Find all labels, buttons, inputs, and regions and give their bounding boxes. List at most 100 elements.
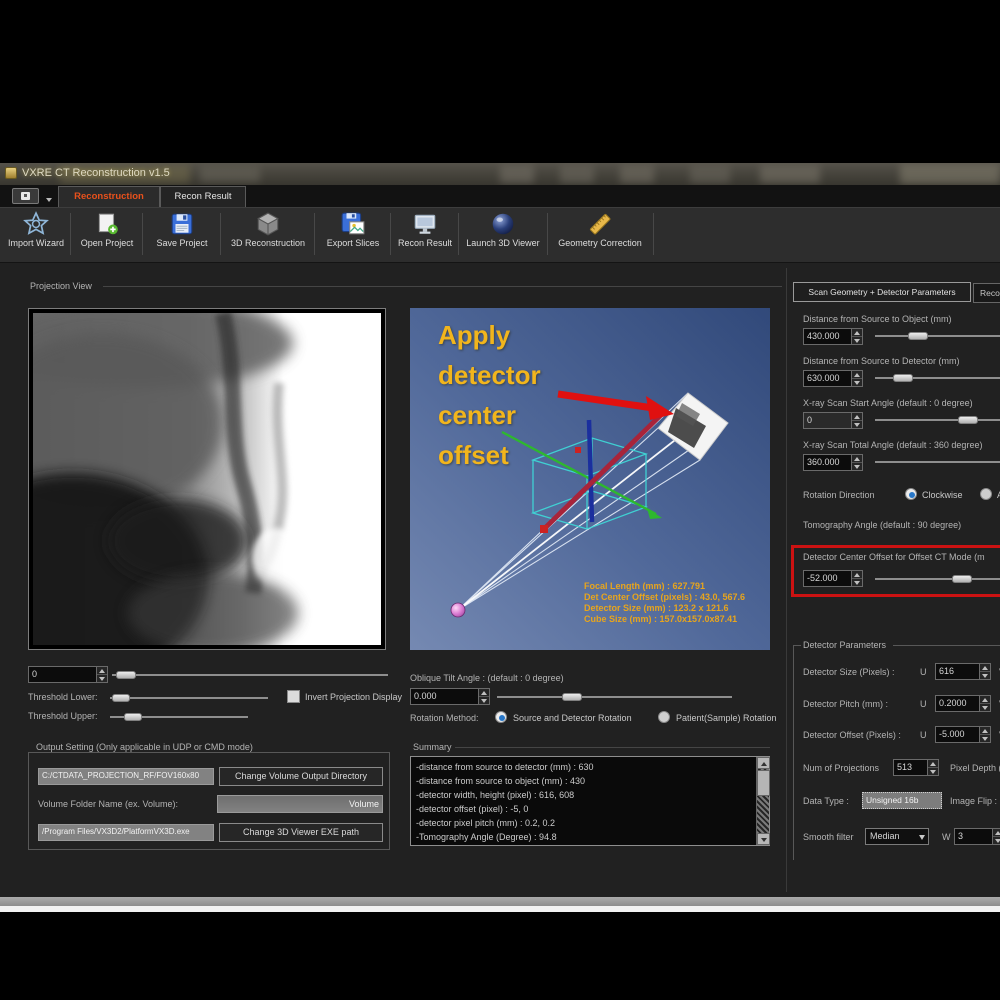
tab-scan-geometry[interactable]: Scan Geometry + Detector Parameters — [793, 282, 971, 302]
spin-up-icon[interactable] — [852, 455, 862, 463]
radio-clockwise[interactable] — [905, 488, 917, 500]
pixel-depth-label: Pixel Depth ( — [950, 763, 1000, 773]
spin-up-icon[interactable] — [97, 667, 107, 675]
spin-up-icon[interactable] — [852, 329, 862, 337]
oblique-tilt-spinner[interactable]: 0.000 — [410, 688, 490, 705]
oblique-slider-thumb[interactable] — [562, 693, 582, 701]
spin-down-icon[interactable] — [928, 768, 938, 775]
tab-recon-partial[interactable]: Recon — [973, 283, 1000, 303]
detector-pitch-label: Detector Pitch (mm) : — [803, 699, 888, 709]
tab-recon-result[interactable]: Recon Result — [160, 186, 246, 207]
app-title: VXRE CT Reconstruction v1.5 — [22, 167, 170, 179]
spin-down-icon[interactable] — [852, 421, 862, 428]
frame-slider-thumb[interactable] — [116, 671, 136, 679]
scan-total-angle-spinner[interactable]: 360.000 — [803, 454, 863, 471]
smooth-filter-dropdown[interactable]: Median — [865, 828, 929, 845]
radio-anticlockwise[interactable] — [980, 488, 992, 500]
spin-up-icon[interactable] — [852, 371, 862, 379]
scan-total-angle-track[interactable] — [875, 461, 1000, 463]
summary-line: -distance from source to object (mm) : 4… — [416, 776, 585, 786]
num-projections-spinner[interactable]: 513 — [893, 759, 939, 776]
toolbar-divider — [458, 213, 459, 255]
spin-down-icon[interactable] — [852, 337, 862, 344]
spin-up-icon[interactable] — [980, 727, 990, 735]
launch-3d-viewer-button[interactable]: Launch 3D Viewer — [461, 209, 545, 259]
frame-spinner[interactable]: 0 — [28, 666, 108, 683]
detector-center-offset-spinner[interactable]: -52.000 — [803, 570, 863, 587]
spin-up-icon[interactable] — [993, 829, 1000, 837]
tab-reconstruction[interactable]: Reconstruction — [58, 186, 160, 207]
geometry-correction-button[interactable]: Geometry Correction — [550, 209, 650, 259]
data-type-value[interactable]: Unsigned 16b — [862, 792, 942, 809]
detector-center-offset-thumb[interactable] — [952, 575, 972, 583]
detector-pitch-u-spinner[interactable]: 0.2000 — [935, 695, 991, 712]
threshold-upper-thumb[interactable] — [124, 713, 142, 721]
scroll-down-icon[interactable] — [757, 833, 770, 845]
summary-scrollbar[interactable] — [756, 757, 769, 845]
spin-down-icon[interactable] — [980, 672, 990, 679]
detector-size-label: Detector Size (Pixels) : — [803, 667, 895, 677]
oblique-slider-track[interactable] — [497, 696, 732, 698]
export-slices-button[interactable]: Export Slices — [318, 209, 388, 259]
threshold-lower-track[interactable] — [110, 697, 268, 699]
spin-up-icon[interactable] — [980, 696, 990, 704]
output-directory-field[interactable]: C:/CTDATA_PROJECTION_RF/FOV160x80 — [38, 768, 214, 785]
detector-size-u-spinner[interactable]: 616 — [935, 663, 991, 680]
spin-up-icon[interactable] — [980, 664, 990, 672]
scrollbar-thumb[interactable] — [757, 770, 770, 796]
background-blur-blob — [200, 166, 260, 182]
source-detector-distance-thumb[interactable] — [893, 374, 913, 382]
scan-start-angle-spinner[interactable]: 0 — [803, 412, 863, 429]
spin-down-icon[interactable] — [479, 697, 489, 704]
spin-up-icon[interactable] — [852, 413, 862, 421]
save-project-button[interactable]: Save Project — [146, 209, 218, 259]
change-output-directory-button[interactable]: Change Volume Output Directory — [219, 767, 383, 786]
quick-menu-button[interactable] — [12, 188, 39, 204]
export-slices-icon — [340, 211, 366, 237]
chevron-down-icon[interactable] — [46, 198, 52, 202]
spin-down-icon[interactable] — [852, 463, 862, 470]
annotation-center: center — [438, 400, 516, 431]
scan-start-angle-track[interactable] — [875, 419, 1000, 421]
summary-rule — [455, 747, 770, 748]
threshold-lower-thumb[interactable] — [112, 694, 130, 702]
import-wizard-button[interactable]: Import Wizard — [4, 209, 68, 259]
window-size-spinner[interactable]: 3 — [954, 828, 1000, 845]
spin-down-icon[interactable] — [993, 837, 1000, 844]
sphere-icon — [490, 211, 516, 237]
detector-center-offset-track[interactable] — [875, 578, 1000, 580]
spin-down-icon[interactable] — [980, 704, 990, 711]
spin-up-icon[interactable] — [928, 760, 938, 768]
tomography-angle-label: Tomography Angle (default : 90 degree) — [803, 520, 961, 530]
wizard-star-icon — [23, 211, 49, 237]
radio-patient-rotation[interactable] — [658, 711, 670, 723]
scan-start-angle-thumb[interactable] — [958, 416, 978, 424]
detector-offset-u-spinner[interactable]: -5.000 — [935, 726, 991, 743]
threshold-lower-label: Threshold Lower: — [28, 692, 98, 702]
radio-source-detector-rotation[interactable] — [495, 711, 507, 723]
source-object-distance-thumb[interactable] — [908, 332, 928, 340]
open-project-button[interactable]: Open Project — [74, 209, 140, 259]
invert-projection-checkbox[interactable] — [287, 690, 300, 703]
viewer-exe-path-field[interactable]: /Program Files/VX3D2/PlatformVX3D.exe — [38, 824, 214, 841]
source-object-distance-track[interactable] — [875, 335, 1000, 337]
recon-3d-button[interactable]: 3D Reconstruction — [224, 209, 312, 259]
spin-down-icon[interactable] — [852, 379, 862, 386]
source-object-distance-spinner[interactable]: 430.000 — [803, 328, 863, 345]
view-3d-canvas[interactable]: Apply detector center offset Focal Lengt… — [410, 308, 770, 650]
summary-box[interactable]: -distance from source to detector (mm) :… — [410, 756, 770, 846]
scroll-up-icon[interactable] — [757, 757, 770, 769]
frame-slider-track[interactable] — [112, 674, 388, 676]
spin-up-icon[interactable] — [852, 571, 862, 579]
spin-down-icon[interactable] — [97, 675, 107, 682]
spin-down-icon[interactable] — [980, 735, 990, 742]
source-detector-distance-label: Distance from Source to Detector (mm) — [803, 356, 960, 366]
spin-down-icon[interactable] — [852, 579, 862, 586]
detector-group-border — [793, 645, 801, 646]
source-detector-distance-spinner[interactable]: 630.000 — [803, 370, 863, 387]
change-viewer-exe-button[interactable]: Change 3D Viewer EXE path — [219, 823, 383, 842]
detector-group-border — [893, 645, 1000, 646]
spin-up-icon[interactable] — [479, 689, 489, 697]
volume-folder-input[interactable]: Volume — [217, 795, 383, 813]
recon-result-button[interactable]: Recon Result — [394, 209, 456, 259]
